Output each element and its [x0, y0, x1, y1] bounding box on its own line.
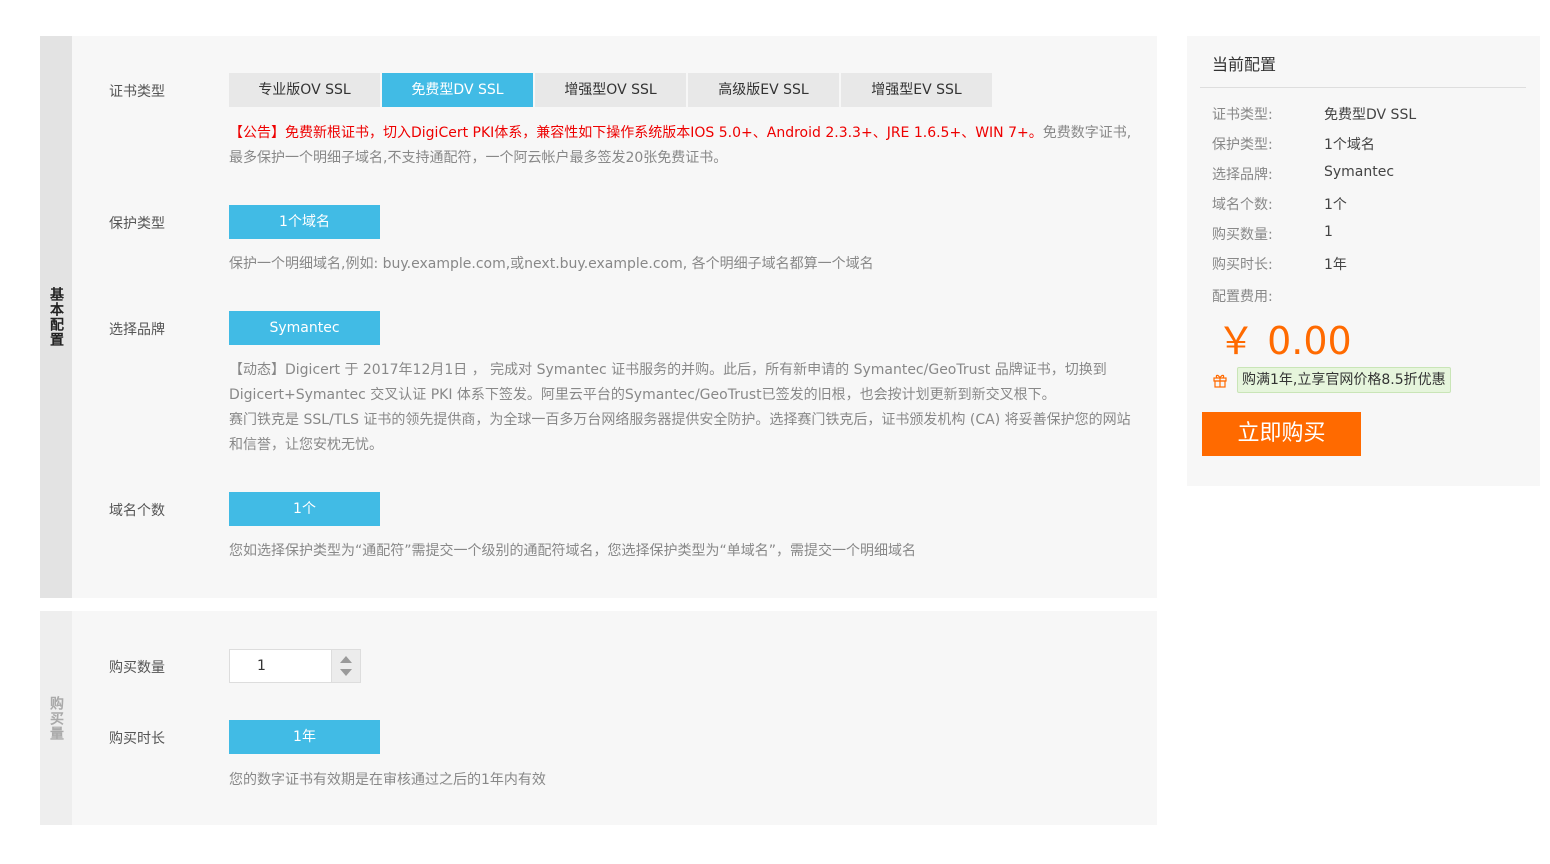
summary-key-quantity: 购买数量:: [1212, 227, 1273, 243]
gift-icon: [1213, 374, 1227, 388]
tab-enhanced-ov-ssl[interactable]: 增强型OV SSL: [535, 73, 686, 107]
duration-desc: 您的数字证书有效期是在审核通过之后的1年内有效: [229, 772, 546, 788]
quantity-stepper-controls: [331, 650, 360, 682]
tab-enhanced-ev-ssl[interactable]: 增强型EV SSL: [841, 73, 992, 107]
cert-type-label: 证书类型: [109, 84, 165, 100]
cert-type-tabs: 专业版OV SSL 免费型DV SSL 增强型OV SSL 高级版EV SSL …: [229, 73, 994, 107]
increment-arrow-icon[interactable]: [340, 656, 352, 663]
decrement-arrow-icon[interactable]: [340, 669, 352, 676]
purchase-side-tab: 购买量: [40, 611, 72, 825]
summary-key-brand: 选择品牌:: [1212, 167, 1273, 183]
domain-count-button[interactable]: 1个: [229, 492, 380, 526]
basic-config-side-label: 基本配置: [48, 287, 64, 347]
quantity-stepper: [229, 649, 361, 683]
current-config-summary: 当前配置 证书类型: 免费型DV SSL 保护类型: 1个域名 选择品牌: Sy…: [1187, 36, 1540, 486]
purchase-panel: 购买量 购买数量 购买时长 1年 您的数字证书有效期是在审核通过之后的1年内有效: [40, 611, 1157, 825]
purchase-side-label: 购买量: [48, 695, 64, 741]
brand-desc: 【动态】Digicert 于 2017年12月1日 ， 完成对 Symantec…: [229, 358, 1139, 458]
summary-key-domain-count: 域名个数:: [1212, 197, 1273, 213]
summary-value-duration: 1年: [1324, 257, 1347, 273]
protect-type-desc: 保护一个明细域名,例如: buy.example.com,或next.buy.e…: [229, 256, 874, 272]
tab-free-dv-ssl[interactable]: 免费型DV SSL: [382, 73, 533, 107]
tab-advanced-ev-ssl[interactable]: 高级版EV SSL: [688, 73, 839, 107]
summary-value-quantity: 1: [1324, 224, 1333, 240]
tab-pro-ov-ssl[interactable]: 专业版OV SSL: [229, 73, 380, 107]
summary-divider: [1200, 87, 1526, 88]
summary-key-cert-type: 证书类型:: [1212, 107, 1273, 123]
brand-symantec-button[interactable]: Symantec: [229, 311, 380, 345]
brand-desc-intro: 赛门铁克是 SSL/TLS 证书的领先提供商，为全球一百多万台网络服务器提供安全…: [229, 412, 1131, 453]
quantity-input[interactable]: [230, 650, 332, 682]
protect-type-label: 保护类型: [109, 216, 165, 232]
basic-config-panel: 基本配置 证书类型 专业版OV SSL 免费型DV SSL 增强型OV SSL …: [40, 36, 1157, 598]
price-value: ￥ 0.00: [1217, 319, 1352, 363]
cert-type-notice: 【公告】免费新根证书，切入DigiCert PKI体系，兼容性如下操作系统版本I…: [229, 121, 1139, 171]
cert-type-notice-red: 【公告】免费新根证书，切入DigiCert PKI体系，兼容性如下操作系统版本I…: [229, 125, 1043, 141]
domain-count-label: 域名个数: [109, 503, 165, 519]
basic-config-side-tab: 基本配置: [40, 36, 72, 598]
domain-count-desc: 您如选择保护类型为“通配符”需提交一个级别的通配符域名，您选择保护类型为“单域名…: [229, 543, 917, 559]
summary-key-protect-type: 保护类型:: [1212, 137, 1273, 153]
brand-desc-news: 【动态】Digicert 于 2017年12月1日 ， 完成对 Symantec…: [229, 362, 1107, 403]
promo-badge: 购满1年,立享官网价格8.5折优惠: [1237, 367, 1451, 393]
quantity-label: 购买数量: [109, 660, 165, 676]
duration-label: 购买时长: [109, 731, 165, 747]
duration-one-year-button[interactable]: 1年: [229, 720, 380, 754]
brand-label: 选择品牌: [109, 322, 165, 338]
summary-value-cert-type: 免费型DV SSL: [1324, 107, 1417, 123]
protect-type-one-domain-button[interactable]: 1个域名: [229, 205, 380, 239]
summary-value-domain-count: 1个: [1324, 197, 1347, 213]
summary-title: 当前配置: [1212, 55, 1277, 74]
fee-label: 配置费用:: [1212, 289, 1273, 305]
summary-value-protect-type: 1个域名: [1324, 137, 1375, 153]
buy-now-button[interactable]: 立即购买: [1202, 412, 1361, 456]
summary-key-duration: 购买时长:: [1212, 257, 1273, 273]
summary-value-brand: Symantec: [1324, 164, 1395, 180]
